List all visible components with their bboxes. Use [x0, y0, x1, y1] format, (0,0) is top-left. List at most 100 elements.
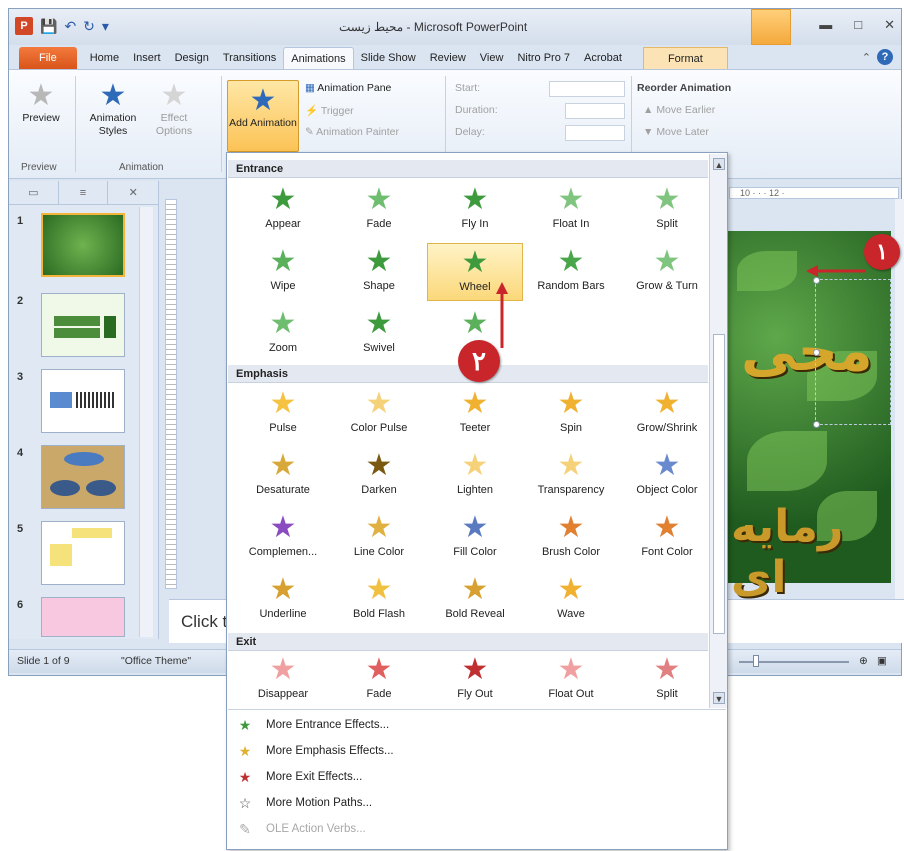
tab-insert[interactable]: Insert: [126, 47, 168, 69]
add-animation-button[interactable]: ★ Add Animation: [227, 80, 299, 152]
effect-options-button[interactable]: ★ Effect Options: [149, 80, 199, 138]
move-later-button[interactable]: ▼ Move Later: [643, 126, 709, 138]
entrance-effect-shape[interactable]: ★ Shape: [331, 243, 427, 301]
powerpoint-app-icon[interactable]: P: [15, 17, 33, 35]
outline-tab[interactable]: ≡: [59, 181, 109, 205]
emphasis-effect-lighten[interactable]: ★ Lighten: [427, 447, 523, 505]
exit-effect-disappear[interactable]: ★ Disappear: [235, 651, 331, 709]
exit-effect-float-out[interactable]: ★ Float Out: [523, 651, 619, 709]
start-dropdown[interactable]: [549, 81, 625, 97]
emphasis-effect-complemen[interactable]: ★ Complemen...: [235, 509, 331, 567]
tab-transitions[interactable]: Transitions: [216, 47, 283, 69]
slides-tab[interactable]: ▭: [9, 181, 59, 205]
zoom-in-icon[interactable]: ⊕: [859, 655, 868, 667]
preview-button[interactable]: ★ Preview: [17, 80, 65, 125]
emphasis-effect-brush-color[interactable]: ★ Brush Color: [523, 509, 619, 567]
slide-thumbnail-5[interactable]: 5: [17, 521, 137, 589]
emphasis-effect-spin[interactable]: ★ Spin: [523, 385, 619, 443]
gallery-scrollbar[interactable]: ▲ ▼: [709, 154, 727, 708]
effect-label: Random Bars: [537, 280, 605, 292]
minimize-icon[interactable]: ▬: [819, 17, 832, 33]
help-icon[interactable]: ?: [877, 49, 893, 65]
animation-pane-icon: ▦: [305, 82, 318, 94]
zoom-slider-thumb[interactable]: [753, 655, 759, 667]
entrance-effect-float-in[interactable]: ★ Float In: [523, 181, 619, 239]
emphasis-effect-bold-flash[interactable]: ★ Bold Flash: [331, 571, 427, 629]
exit-effect-split[interactable]: ★ Split: [619, 651, 715, 709]
animation-painter-button[interactable]: ✎ Animation Painter: [305, 126, 399, 138]
slide-vertical-scrollbar[interactable]: [895, 199, 904, 629]
resize-handle[interactable]: [813, 421, 820, 428]
fit-slide-icon[interactable]: ▣: [877, 655, 887, 667]
tab-animations[interactable]: Animations: [283, 47, 354, 69]
slide-thumbnail-2[interactable]: 2: [17, 293, 137, 361]
emphasis-effect-bold-reveal[interactable]: ★ Bold Reveal: [427, 571, 523, 629]
emphasis-effect-fill-color[interactable]: ★ Fill Color: [427, 509, 523, 567]
scroll-up-icon[interactable]: ▲: [713, 158, 725, 170]
delay-spinner[interactable]: [565, 125, 625, 141]
close-icon[interactable]: ✕: [884, 17, 895, 33]
entrance-star-icon: ★: [557, 183, 585, 216]
close-panel-icon[interactable]: ✕: [108, 181, 158, 205]
emphasis-effect-underline[interactable]: ★ Underline: [235, 571, 331, 629]
menu-item-more-emphasis-effects[interactable]: ★ More Emphasis Effects...: [236, 740, 394, 762]
tab-home[interactable]: Home: [83, 47, 126, 69]
tab-view[interactable]: View: [473, 47, 511, 69]
entrance-effect-swivel[interactable]: ★ Swivel: [331, 305, 427, 363]
entrance-effect-wipe[interactable]: ★ Wipe: [235, 243, 331, 301]
scroll-down-icon[interactable]: ▼: [713, 692, 725, 704]
emphasis-effect-transparency[interactable]: ★ Transparency: [523, 447, 619, 505]
emphasis-effect-wave[interactable]: ★ Wave: [523, 571, 619, 629]
emphasis-effect-color-pulse[interactable]: ★ Color Pulse: [331, 385, 427, 443]
effect-label: Wave: [557, 608, 585, 620]
animation-pane-button[interactable]: ▦ Animation Pane: [305, 82, 391, 94]
slide-thumbnail-4[interactable]: 4: [17, 445, 137, 513]
customize-qat-icon[interactable]: ▾: [102, 18, 109, 35]
entrance-effect-random-bars[interactable]: ★ Random Bars: [523, 243, 619, 301]
exit-effect-fade[interactable]: ★ Fade: [331, 651, 427, 709]
emphasis-effect-line-color[interactable]: ★ Line Color: [331, 509, 427, 567]
entrance-effect-appear[interactable]: ★ Appear: [235, 181, 331, 239]
emphasis-effect-font-color[interactable]: ★ Font Color: [619, 509, 715, 567]
tab-review[interactable]: Review: [423, 47, 473, 69]
emphasis-effect-grow-shrink[interactable]: ★ Grow/Shrink: [619, 385, 715, 443]
tab-design[interactable]: Design: [168, 47, 216, 69]
resize-handle[interactable]: [813, 349, 820, 356]
entrance-effect-split[interactable]: ★ Split: [619, 181, 715, 239]
trigger-button[interactable]: ⚡ Trigger: [305, 104, 354, 117]
tab-slide-show[interactable]: Slide Show: [354, 47, 423, 69]
gallery-scroll-thumb[interactable]: [713, 334, 725, 634]
tab-format[interactable]: Format: [642, 47, 728, 69]
emphasis-effect-teeter[interactable]: ★ Teeter: [427, 385, 523, 443]
entrance-effect-zoom[interactable]: ★ Zoom: [235, 305, 331, 363]
menu-item-more-exit-effects[interactable]: ★ More Exit Effects...: [236, 766, 363, 788]
menu-item-more-motion-paths[interactable]: ☆ More Motion Paths...: [236, 792, 372, 814]
exit-effect-fly-out[interactable]: ★ Fly Out: [427, 651, 523, 709]
slides-panel-scrollbar[interactable]: [139, 207, 153, 637]
effect-label: Bold Reveal: [445, 608, 505, 620]
emphasis-effect-darken[interactable]: ★ Darken: [331, 447, 427, 505]
emphasis-effect-desaturate[interactable]: ★ Desaturate: [235, 447, 331, 505]
ribbon-collapse-icon[interactable]: ⌃: [862, 51, 871, 64]
slide-thumbnail-3[interactable]: 3: [17, 369, 137, 437]
emphasis-effect-object-color[interactable]: ★ Object Color: [619, 447, 715, 505]
entrance-effect-fade[interactable]: ★ Fade: [331, 181, 427, 239]
slide-thumbnail-1[interactable]: 1: [17, 213, 137, 281]
move-earlier-button[interactable]: ▲ Move Earlier: [643, 104, 715, 116]
preview-star-icon: ★: [27, 79, 55, 112]
duration-spinner[interactable]: [565, 103, 625, 119]
menu-item-more-entrance-effects[interactable]: ★ More Entrance Effects...: [236, 714, 389, 736]
emphasis-effect-pulse[interactable]: ★ Pulse: [235, 385, 331, 443]
tab-file[interactable]: File: [19, 47, 77, 69]
entrance-effect-grow-turn[interactable]: ★ Grow & Turn: [619, 243, 715, 301]
tab-nitro[interactable]: Nitro Pro 7: [510, 47, 577, 69]
painter-icon: ✎: [305, 126, 317, 138]
save-icon[interactable]: 💾: [40, 18, 57, 35]
undo-icon[interactable]: ↶: [64, 18, 76, 35]
tab-acrobat[interactable]: Acrobat: [577, 47, 629, 69]
slide-subtitle-text[interactable]: رمایه ای: [731, 501, 891, 603]
redo-icon[interactable]: ↻: [83, 18, 95, 35]
maximize-icon[interactable]: □: [854, 17, 862, 33]
entrance-effect-fly-in[interactable]: ★ Fly In: [427, 181, 523, 239]
animation-styles-button[interactable]: ★ Animation Styles: [81, 80, 145, 138]
